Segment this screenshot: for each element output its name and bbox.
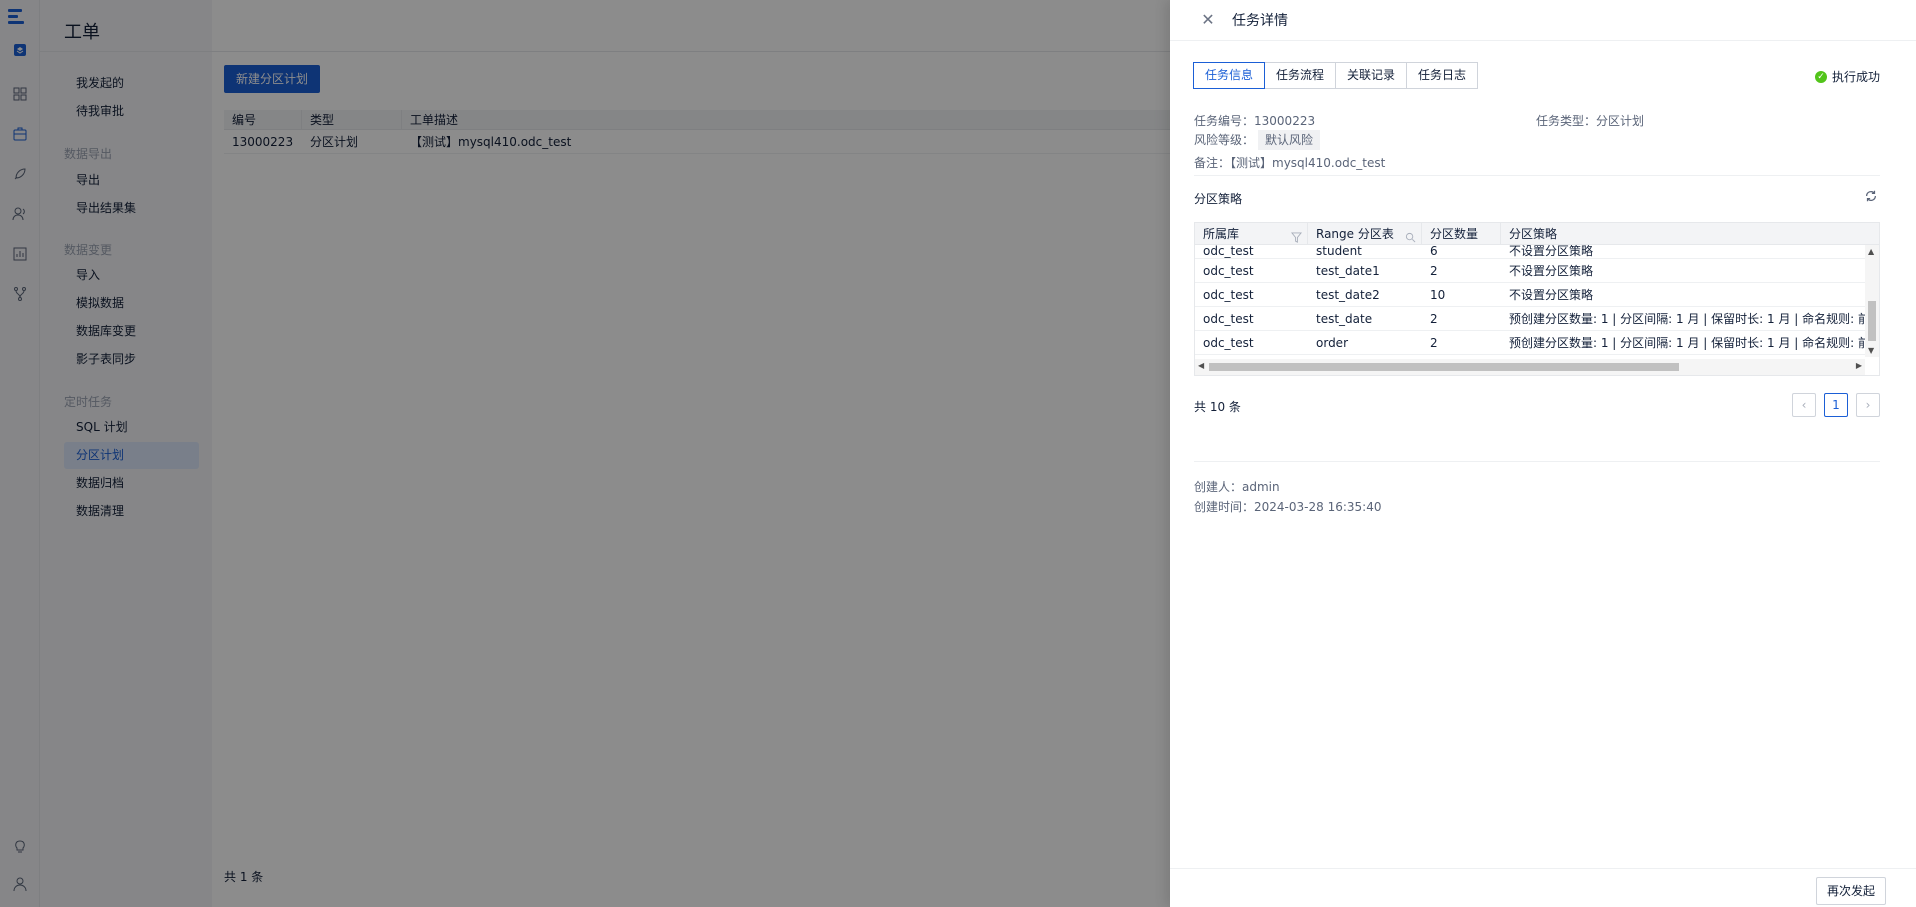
creator-value: admin [1242,480,1280,494]
tab-task-flow[interactable]: 任务流程 [1264,62,1337,89]
reinitiate-button[interactable]: 再次发起 [1815,877,1886,905]
table-body: odc_test student 6 不设置分区策略 odc_test test… [1195,245,1865,357]
drawer-title: 任务详情 [1232,13,1288,29]
check-circle-icon: ✓ [1814,70,1827,83]
strategy-section-title: 分区策略 [1194,192,1243,206]
pagination: ‹ 1 › [1792,393,1880,417]
task-detail-drawer: ✕ 任务详情 任务信息 任务流程 关联记录 任务日志 ✓ 执行成功 任务编号：1… [1170,0,1916,907]
vertical-scrollbar[interactable]: ▲ ▼ [1865,245,1879,357]
search-icon[interactable] [1405,228,1416,243]
remark-field: 备注：【测试】mysql410.odc_test [1194,156,1386,170]
drawer-footer: 再次发起 [1170,868,1916,907]
table-row[interactable]: odc_test order 2 预创建分区数量: 1 | 分区间隔: 1 月 … [1195,331,1865,355]
divider [1194,461,1880,462]
task-type-value: 分区计划 [1596,114,1645,128]
col-partition-policy[interactable]: 分区策略 [1501,223,1879,244]
detail-tabs: 任务信息 任务流程 关联记录 任务日志 [1193,62,1479,89]
prev-page-button[interactable]: ‹ [1792,393,1816,417]
status-text: 执行成功 [1831,70,1880,84]
scroll-left-icon[interactable]: ◀ [1198,361,1204,370]
close-icon[interactable]: ✕ [1198,10,1218,30]
scroll-down-icon[interactable]: ▼ [1868,346,1874,355]
tab-task-log[interactable]: 任务日志 [1406,62,1479,89]
remark-value: 【测试】mysql410.odc_test [1230,156,1386,170]
refresh-icon[interactable] [1864,189,1880,205]
col-partition-count[interactable]: 分区数量 [1422,223,1501,244]
task-id-value: 13000223 [1254,114,1316,128]
created-at-value: 2024-03-28 16:35:40 [1254,500,1382,514]
table-row[interactable]: odc_test student 6 不设置分区策略 [1195,245,1865,259]
page-number[interactable]: 1 [1824,393,1848,417]
scroll-thumb[interactable] [1868,301,1876,341]
task-type-field: 任务类型：分区计划 [1536,114,1645,128]
scroll-right-icon[interactable]: ▶ [1856,361,1862,370]
creator-field: 创建人：admin [1194,480,1280,494]
risk-level-field: 风险等级： 默认风险 [1194,130,1321,150]
scroll-up-icon[interactable]: ▲ [1868,247,1874,256]
table-row[interactable]: odc_test test_date 2 预创建分区数量: 1 | 分区间隔: … [1195,307,1865,331]
partition-strategy-table: 所属库 Range 分区表 分区数量 分区策略 odc_test student… [1194,222,1880,376]
divider [1194,175,1880,176]
horizontal-scrollbar[interactable]: ◀ ▶ [1195,359,1865,375]
strategy-total: 共 10 条 [1194,400,1241,414]
table-row[interactable]: odc_test test_date1 2 不设置分区策略 [1195,259,1865,283]
status-badge: ✓ 执行成功 [1814,68,1880,85]
task-id-field: 任务编号：13000223 [1194,114,1316,128]
tab-task-info[interactable]: 任务信息 [1193,62,1266,89]
created-at-field: 创建时间：2024-03-28 16:35:40 [1194,500,1382,514]
scroll-thumb[interactable] [1209,363,1679,371]
risk-tag: 默认风险 [1258,130,1321,150]
filter-icon[interactable] [1290,228,1303,243]
tab-related-records[interactable]: 关联记录 [1335,62,1408,89]
next-page-button[interactable]: › [1856,393,1880,417]
drawer-mask[interactable] [0,0,1170,907]
col-range-table[interactable]: Range 分区表 [1308,223,1422,244]
drawer-header: ✕ 任务详情 [1170,0,1916,41]
table-row[interactable]: odc_test test_date2 10 不设置分区策略 [1195,283,1865,307]
table-header: 所属库 Range 分区表 分区数量 分区策略 [1195,223,1879,245]
col-database[interactable]: 所属库 [1195,223,1308,244]
